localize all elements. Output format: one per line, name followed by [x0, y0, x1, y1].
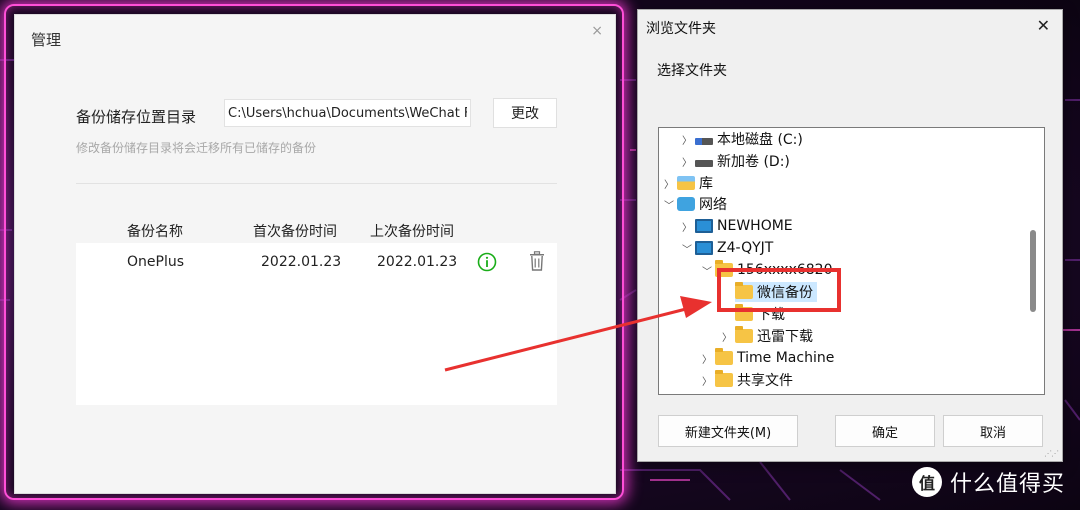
chevron-down-icon[interactable]: ﹀	[661, 197, 677, 212]
row-first-backup-time: 2022.01.23	[261, 254, 342, 270]
tree-item-label: Time Machine	[737, 350, 835, 366]
close-button[interactable]: ×	[591, 23, 603, 39]
chevron-right-icon[interactable]: 〉	[679, 132, 695, 147]
computer-icon	[695, 219, 713, 233]
network-icon	[677, 197, 695, 211]
folder-icon	[735, 282, 753, 299]
new-folder-button[interactable]: 新建文件夹(M)	[658, 415, 798, 447]
folder-icon	[715, 260, 733, 277]
dialog-title: 浏览文件夹	[646, 21, 716, 37]
tree-item-label: 本地磁盘 (C:)	[717, 132, 803, 148]
header-backup-name: 备份名称	[127, 224, 183, 240]
tree-item-newhome[interactable]: 〉 NEWHOME	[679, 216, 793, 236]
resize-grip-icon[interactable]: ⋰⋰	[1044, 449, 1059, 458]
tree-item-label: NEWHOME	[717, 218, 793, 234]
change-path-button[interactable]: 更改	[493, 98, 557, 128]
ok-button[interactable]: 确定	[835, 415, 935, 447]
tree-item-download[interactable]: 下载	[735, 304, 785, 324]
backup-path-field[interactable]	[224, 99, 471, 127]
tree-item-z4-qyjt[interactable]: ﹀ Z4-QYJT	[679, 238, 773, 258]
library-icon	[677, 176, 695, 190]
row-last-backup-time: 2022.01.23	[377, 254, 458, 270]
tree-item-label: 库	[699, 176, 713, 192]
computer-icon	[695, 241, 713, 255]
chevron-right-icon[interactable]: 〉	[679, 154, 695, 169]
chevron-down-icon[interactable]: ﹀	[679, 241, 695, 256]
divider	[76, 183, 557, 184]
row-backup-name: OnePlus	[127, 254, 185, 270]
dialog-subtitle: 选择文件夹	[657, 63, 727, 79]
header-first-backup-time: 首次备份时间	[253, 224, 337, 240]
folder-tree[interactable]: 〉 本地磁盘 (C:) 〉 新加卷 (D:) 〉 库 ﹀ 网络 〉 NEWHOM…	[658, 127, 1045, 395]
chevron-right-icon[interactable]: 〉	[661, 176, 677, 191]
tree-item-drive-c[interactable]: 〉 本地磁盘 (C:)	[679, 129, 803, 149]
path-hint-text: 修改备份储存目录将会迁移所有已储存的备份	[76, 141, 317, 155]
tree-item-label: 迅雷下载	[757, 329, 813, 345]
watermark-text: 什么值得买	[950, 472, 1066, 497]
tree-item-label: 共享文件	[737, 373, 793, 389]
chevron-right-icon[interactable]: 〉	[679, 219, 695, 234]
tree-item-network[interactable]: ﹀ 网络	[661, 194, 727, 214]
tree-scrollbar[interactable]	[1030, 230, 1036, 312]
tree-item-wechat-backup[interactable]: 微信备份	[735, 282, 817, 302]
drive-icon	[695, 159, 713, 167]
tree-item-shared-files[interactable]: 〉 共享文件	[699, 370, 793, 390]
tree-item-label: 微信备份	[757, 285, 813, 301]
dialog-close-button[interactable]: ✕	[1037, 16, 1050, 35]
watermark: 值 什么值得买	[912, 466, 1065, 498]
tree-item-xunlei-download[interactable]: 〉 迅雷下载	[719, 326, 813, 346]
chevron-right-icon[interactable]: 〉	[699, 373, 715, 388]
tree-item-share-root[interactable]: ﹀ 156xxxx6820	[699, 260, 833, 280]
chevron-right-icon[interactable]: 〉	[699, 351, 715, 366]
tree-item-library[interactable]: 〉 库	[661, 173, 713, 193]
folder-icon	[735, 304, 753, 321]
tree-item-drive-d[interactable]: 〉 新加卷 (D:)	[679, 151, 790, 171]
tree-item-label: 下载	[757, 307, 785, 323]
management-window: 管理 × 备份储存位置目录 更改 修改备份储存目录将会迁移所有已储存的备份 备份…	[14, 14, 616, 494]
tree-item-time-machine[interactable]: 〉 Time Machine	[699, 348, 834, 368]
info-circle-icon[interactable]	[477, 252, 497, 272]
watermark-logo: 值	[912, 467, 942, 497]
backup-path-label: 备份储存位置目录	[76, 108, 197, 126]
window-title: 管理	[31, 31, 62, 49]
chevron-right-icon[interactable]: 〉	[719, 329, 735, 344]
folder-icon	[735, 326, 753, 343]
header-last-backup-time: 上次备份时间	[370, 224, 454, 240]
tree-item-label: 156xxxx6820	[737, 262, 833, 278]
tree-item-label: 网络	[699, 197, 727, 213]
browse-folder-dialog: 浏览文件夹 ✕ 选择文件夹 〉 本地磁盘 (C:) 〉 新加卷 (D:) 〉 库…	[637, 9, 1063, 462]
chevron-down-icon[interactable]: ﹀	[699, 263, 715, 278]
trash-icon[interactable]	[529, 251, 545, 271]
folder-icon	[715, 370, 733, 387]
cancel-button[interactable]: 取消	[943, 415, 1043, 447]
tree-item-label: Z4-QYJT	[717, 240, 774, 256]
folder-icon	[715, 348, 733, 365]
tree-item-label: 新加卷 (D:)	[717, 154, 790, 170]
drive-icon	[695, 137, 713, 145]
